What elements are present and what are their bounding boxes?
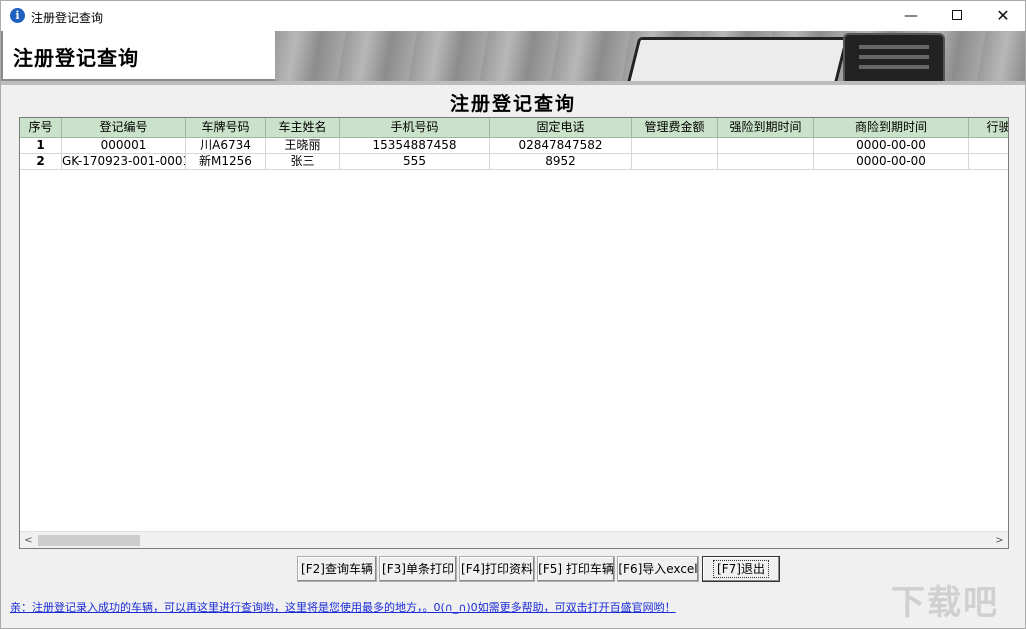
info-icon: i xyxy=(10,8,25,23)
cell-compulsory-expiry xyxy=(718,138,814,154)
cell-reg-no: GK-170923-001-0001 xyxy=(62,154,186,170)
app-window: i 注册登记查询 — ✕ 注册登记查询 注册登记查询 序号 登记编号 车牌号码 … xyxy=(0,0,1026,629)
banner-image xyxy=(275,31,1025,81)
column-header[interactable]: 商险到期时间 xyxy=(814,118,969,138)
maximize-button[interactable] xyxy=(934,1,980,31)
minimize-button[interactable]: — xyxy=(888,1,934,31)
table-row[interactable]: 2 GK-170923-001-0001 新M1256 张三 555 8952 … xyxy=(20,154,1009,170)
page-title: 注册登记查询 xyxy=(1,89,1025,116)
grid-header: 序号 登记编号 车牌号码 车主姓名 手机号码 固定电话 管理费金额 强险到期时间… xyxy=(20,118,1009,138)
header-banner: 注册登记查询 xyxy=(1,31,1025,81)
pc-tower-graphic xyxy=(843,33,945,81)
cell-compulsory-expiry xyxy=(718,154,814,170)
column-header[interactable]: 车主姓名 xyxy=(266,118,340,138)
cell-commercial-expiry: 0000-00-00 xyxy=(814,154,969,170)
column-header[interactable]: 车牌号码 xyxy=(186,118,266,138)
watermark-logo: 下载吧 xyxy=(891,575,999,624)
cell-commercial-expiry: 0000-00-00 xyxy=(814,138,969,154)
column-header[interactable]: 序号 xyxy=(20,118,62,138)
table-row[interactable]: 1 000001 川A6734 王晓丽 15354887458 02847847… xyxy=(20,138,1009,154)
import-excel-button[interactable]: [F6]导入excel xyxy=(617,556,699,582)
column-header[interactable]: 行驶 xyxy=(969,118,1009,138)
cell-fee xyxy=(632,138,718,154)
cell-owner: 王晓丽 xyxy=(266,138,340,154)
banner-divider xyxy=(1,81,1025,85)
close-button[interactable]: ✕ xyxy=(980,1,1026,31)
cell-phone: 02847847582 xyxy=(490,138,632,154)
monitor-graphic xyxy=(624,37,849,81)
vehicle-grid[interactable]: 序号 登记编号 车牌号码 车主姓名 手机号码 固定电话 管理费金额 强险到期时间… xyxy=(19,117,1009,549)
cell-license xyxy=(969,138,1009,154)
print-vehicle-button[interactable]: [F5] 打印车辆 xyxy=(537,556,615,582)
cell-seq: 1 xyxy=(20,138,62,154)
column-header[interactable]: 登记编号 xyxy=(62,118,186,138)
grid-body: 1 000001 川A6734 王晓丽 15354887458 02847847… xyxy=(20,138,1009,170)
column-header[interactable]: 固定电话 xyxy=(490,118,632,138)
scroll-right-button[interactable]: > xyxy=(991,532,1008,549)
query-vehicle-button[interactable]: [F2]查询车辆 xyxy=(297,556,377,582)
cell-owner: 张三 xyxy=(266,154,340,170)
title-bar: i 注册登记查询 — ✕ xyxy=(1,1,1025,31)
horizontal-scrollbar[interactable]: < > xyxy=(20,531,1008,548)
cell-plate: 新M1256 xyxy=(186,154,266,170)
cell-license xyxy=(969,154,1009,170)
cell-mobile: 15354887458 xyxy=(340,138,490,154)
exit-button[interactable]: [F7]退出 xyxy=(702,556,780,582)
print-info-button[interactable]: [F4]打印资料 xyxy=(459,556,535,582)
scroll-thumb[interactable] xyxy=(38,535,140,546)
cell-reg-no: 000001 xyxy=(62,138,186,154)
cell-fee xyxy=(632,154,718,170)
help-hint-link[interactable]: 亲：注册登记录入成功的车辆，可以再这里进行查询哟，这里将是您使用最多的地方，。0… xyxy=(10,599,676,615)
maximize-icon xyxy=(952,10,962,20)
cell-phone: 8952 xyxy=(490,154,632,170)
banner-title-panel: 注册登记查询 xyxy=(3,31,275,79)
print-single-button[interactable]: [F3]单条打印 xyxy=(379,556,457,582)
cell-plate: 川A6734 xyxy=(186,138,266,154)
column-header[interactable]: 手机号码 xyxy=(340,118,490,138)
cell-mobile: 555 xyxy=(340,154,490,170)
banner-title: 注册登记查询 xyxy=(13,42,139,71)
exit-button-label: [F7]退出 xyxy=(715,562,767,576)
window-title: 注册登记查询 xyxy=(31,9,103,26)
column-header[interactable]: 管理费金额 xyxy=(632,118,718,138)
scroll-left-button[interactable]: < xyxy=(20,532,37,549)
column-header[interactable]: 强险到期时间 xyxy=(718,118,814,138)
cell-seq: 2 xyxy=(20,154,62,170)
